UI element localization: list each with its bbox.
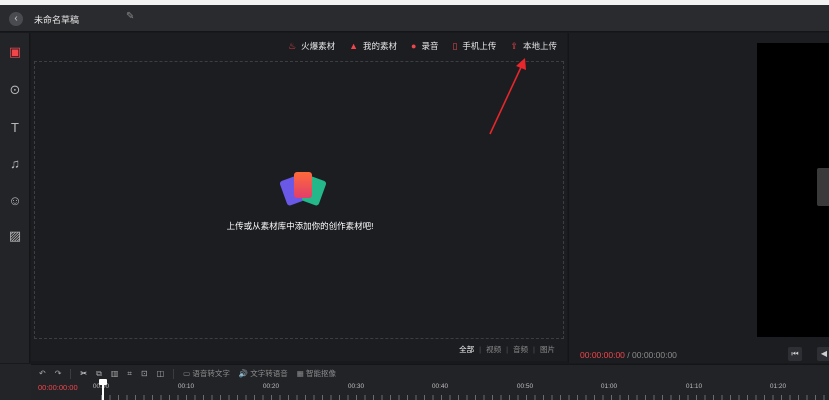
trash-icon[interactable]: ▥ (111, 369, 119, 378)
film-icon[interactable]: ▣ (6, 43, 24, 61)
flame-icon: ♨ (287, 40, 297, 51)
total-time: / 00:00:00:00 (627, 350, 677, 360)
undo-icon[interactable]: ↶ (39, 369, 46, 378)
timeline-current-time: 00:00:00:00 (38, 383, 78, 392)
toolbar-divider (70, 368, 72, 379)
text-to-speech-button[interactable]: 🔊 文字转语音 (239, 368, 288, 379)
filter-divider: | (506, 345, 509, 354)
tick-label: 00:40 (431, 383, 449, 390)
dropzone-hint: 上传或从素材库中添加你的创作素材吧! (226, 221, 374, 231)
copy-icon[interactable]: ⧉ (96, 369, 102, 379)
split-icon[interactable]: ◫ (157, 369, 165, 378)
tick-label: 01:10 (685, 383, 703, 390)
filter-audio[interactable]: 音频 (513, 344, 528, 355)
draft-title[interactable]: 未命名草稿 (34, 13, 79, 26)
back-arrow-icon[interactable]: ‹ (9, 12, 23, 26)
filter-icon[interactable]: ⊙ (6, 81, 24, 99)
redo-icon[interactable]: ↷ (55, 369, 62, 378)
triangle-icon: ▲ (349, 41, 358, 51)
skip-start-icon[interactable]: ⏮ (788, 347, 802, 361)
mic-icon: ● (411, 41, 417, 51)
smart-cutout-button[interactable]: ▦ 智能抠像 (297, 368, 336, 379)
filter-all[interactable]: 全部 (459, 344, 474, 355)
material-tabs: ♨ 火爆素材 ▲ 我的素材 ● 录音 ▯ 手机上传 ⇪ 本地上传 (288, 40, 557, 52)
speech-to-text-button[interactable]: ▭ 语音转文字 (183, 368, 230, 379)
sidebar: ▣ ⊙ T ♫ ☺ ▨ (0, 33, 30, 363)
filter-divider: | (479, 345, 482, 354)
timeline-toolbar: ↶ ↷ ✂ ⧉ ▥ ⌗ ⊡ ◫ ▭ 语音转文字 🔊 文字转语音 ▦ 智能抠像 (39, 368, 336, 379)
tick-label: 00:10 (177, 383, 195, 390)
tick-label: 01:00 (600, 383, 618, 390)
speech-to-text-label: 语音转文字 (192, 369, 230, 378)
timeline: ↶ ↷ ✂ ⧉ ▥ ⌗ ⊡ ◫ ▭ 语音转文字 🔊 文字转语音 ▦ 智能抠像 0… (31, 364, 829, 400)
image-icon[interactable]: ▨ (6, 227, 24, 245)
current-time: 00:00:00:00 (580, 350, 625, 360)
prev-frame-icon[interactable]: ◀ (817, 347, 829, 361)
tab-phone-upload[interactable]: ▯ 手机上传 (452, 40, 496, 52)
upload-icon: ⇪ (510, 40, 518, 51)
tab-label: 录音 (421, 41, 439, 51)
music-note-icon[interactable]: ♫ (6, 154, 24, 172)
text-icon[interactable]: T (6, 118, 24, 136)
tab-my-material[interactable]: ▲ 我的素材 (349, 40, 397, 52)
tab-local-upload[interactable]: ⇪ 本地上传 (510, 40, 557, 52)
filter-video[interactable]: 视频 (486, 344, 501, 355)
media-type-filters: 全部 | 视频 | 音频 | 图片 (459, 344, 555, 355)
annotation-arrow (489, 58, 526, 135)
filter-image[interactable]: 图片 (540, 344, 555, 355)
crop-icon[interactable]: ⌗ (127, 369, 132, 379)
preview-timecode: 00:00:00:00 / 00:00:00:00 (580, 350, 677, 360)
tab-label: 手机上传 (462, 41, 497, 51)
phone-icon: ▯ (452, 40, 458, 51)
smart-cutout-label: 智能抠像 (305, 369, 336, 378)
tick-label: 00:20 (262, 383, 280, 390)
playhead[interactable] (102, 381, 104, 400)
tick-label: 00:30 (347, 383, 365, 390)
tick-label: 00:50 (516, 383, 534, 390)
editor-app: ‹ 未命名草稿 ✎ ▣ ⊙ T ♫ ☺ ▨ ♨ 火爆素材 ▲ 我的素材 ● 录音 (0, 5, 829, 400)
timeline-rail-filler (0, 364, 31, 400)
freeze-icon[interactable]: ⊡ (141, 369, 148, 378)
timeline-ruler[interactable]: 00:00 00:10 00:20 00:30 00:40 00:50 01:0… (93, 379, 829, 400)
preview-panel: 00:00:00:00 / 00:00:00:00 ⏮ ◀ (568, 33, 829, 363)
tab-label: 本地上传 (522, 41, 557, 51)
smile-icon[interactable]: ☺ (6, 191, 24, 209)
pencil-icon[interactable]: ✎ (126, 11, 134, 22)
tab-hot-material[interactable]: ♨ 火爆素材 (288, 40, 335, 52)
media-cards-icon (279, 172, 327, 208)
tick-label: 01:20 (769, 383, 787, 390)
filter-divider: | (533, 345, 535, 354)
toolbar-divider (173, 368, 175, 379)
header-bar: ‹ 未命名草稿 ✎ (0, 5, 829, 32)
ruler-ticks (101, 395, 829, 400)
scissors-icon[interactable]: ✂ (80, 369, 87, 378)
tab-label: 火爆素材 (301, 41, 336, 51)
text-to-speech-label: 文字转语音 (250, 369, 288, 378)
clapperboard-icon (817, 168, 829, 206)
tab-label: 我的素材 (363, 41, 398, 51)
tab-recording[interactable]: ● 录音 (411, 40, 438, 52)
